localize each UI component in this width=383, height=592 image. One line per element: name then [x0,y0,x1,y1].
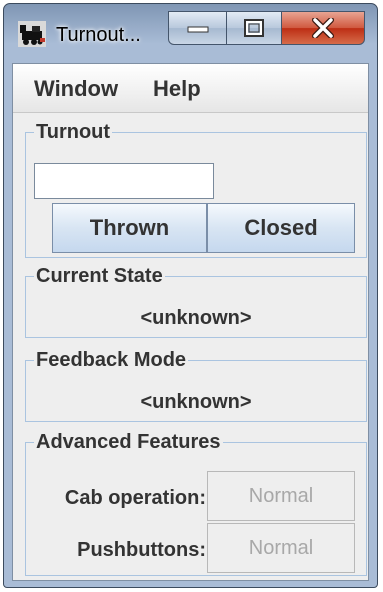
close-button[interactable] [281,11,365,45]
advanced-features-title: Advanced Features [34,431,223,453]
menu-bar: Window Help [13,64,368,113]
cab-operation-button[interactable]: Normal [207,471,355,521]
current-state-group: Current State <unknown> [25,265,367,338]
locomotive-icon [18,21,46,47]
minimize-icon [187,26,208,33]
feedback-mode-value: <unknown> [140,391,252,413]
cab-operation-label: Cab operation: [64,487,206,509]
feedback-mode-group: Feedback Mode <unknown> [25,349,367,422]
turnout-group-title: Turnout [34,121,113,143]
close-icon [312,18,334,38]
closed-button[interactable]: Closed [207,203,355,253]
pushbuttons-label: Pushbuttons: [77,539,206,561]
current-state-value: <unknown> [140,307,252,329]
client-area: Window Help Turnout Thrown Closed Curren… [12,63,369,581]
advanced-features-group: Advanced Features Cab operation: Normal … [25,431,367,576]
thrown-button[interactable]: Thrown [52,203,207,253]
turnout-input[interactable] [34,163,214,199]
title-bar[interactable]: Turnout... [4,4,377,64]
maximize-button[interactable] [226,11,282,45]
feedback-mode-title: Feedback Mode [34,349,189,371]
maximize-icon [244,19,264,37]
window-title: Turnout... [56,24,141,46]
turnout-group: Turnout Thrown Closed [25,121,367,258]
app-window: Turnout... Window Help Turnout Thrown Cl… [3,3,378,588]
pushbuttons-button[interactable]: Normal [207,523,355,573]
menu-window[interactable]: Window [34,76,118,102]
menu-help[interactable]: Help [153,76,201,102]
current-state-title: Current State [34,265,165,287]
minimize-button[interactable] [168,11,227,45]
